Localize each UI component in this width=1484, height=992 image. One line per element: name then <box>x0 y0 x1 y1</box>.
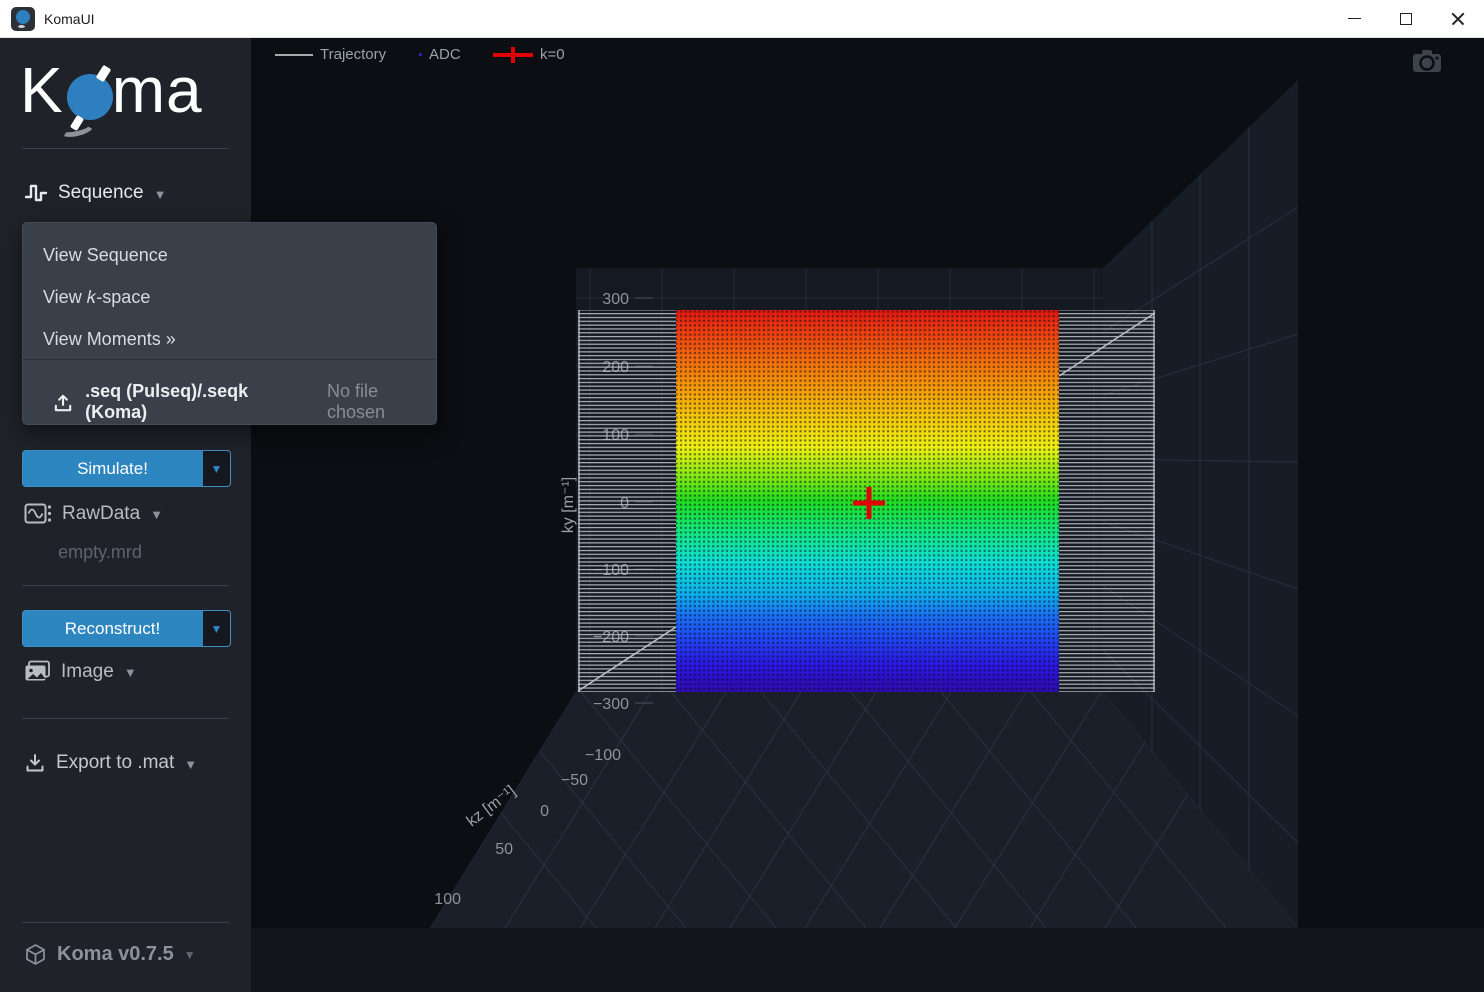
export-label: Export to .mat <box>56 752 174 774</box>
koma-logo: K ma <box>20 50 203 130</box>
pulse-sequence-icon <box>24 182 48 204</box>
chevron-down-icon: ▼ <box>184 757 197 772</box>
image-icon <box>24 660 51 683</box>
divider <box>22 922 229 923</box>
menu-item-view-sequence[interactable]: View Sequence <box>43 245 168 266</box>
package-icon <box>24 943 47 966</box>
maximize-icon <box>1400 13 1412 25</box>
chevron-down-icon: ▼ <box>150 507 163 522</box>
menu-item-view-moments[interactable]: View Moments » <box>43 329 176 350</box>
chevron-down-icon: ▼ <box>211 462 223 476</box>
raw-signal-icon <box>24 502 52 525</box>
reconstruct-button-label[interactable]: Reconstruct! <box>23 611 202 646</box>
sequence-dropdown-toggle[interactable]: Sequence ▼ <box>24 182 166 204</box>
upload-label: .seq (Pulseq)/.seqk (Koma) <box>85 381 305 423</box>
simulate-options-toggle[interactable]: ▼ <box>202 451 230 486</box>
app-icon-globe <box>16 10 30 24</box>
koma-ui-window: KomaUI K ma Sequence ▼ Simulate! <box>0 0 1484 992</box>
logo-text-k: K <box>20 53 64 127</box>
sequence-menu: View Sequence View 𝑘-space View Moments … <box>22 222 437 425</box>
logo-globe-icon <box>67 74 113 120</box>
reconstruct-button[interactable]: Reconstruct! ▼ <box>22 610 231 647</box>
title-bar: KomaUI <box>0 0 1484 38</box>
version-toggle[interactable]: Koma v0.7.5 ▼ <box>24 943 196 966</box>
svg-text:−50: −50 <box>561 772 588 789</box>
app-icon <box>11 7 35 31</box>
upload-status: No file chosen <box>327 381 436 423</box>
menu-item-view-kspace[interactable]: View 𝑘-space <box>43 287 150 308</box>
rawdata-label: RawData <box>62 503 140 525</box>
window-controls <box>1328 0 1484 38</box>
sequence-file-upload[interactable]: .seq (Pulseq)/.seqk (Koma) No file chose… <box>53 381 436 423</box>
reconstruct-options-toggle[interactable]: ▼ <box>202 611 230 646</box>
svg-text:100: 100 <box>434 891 461 908</box>
svg-text:−100: −100 <box>585 747 621 764</box>
chevron-down-icon: ▼ <box>184 948 196 962</box>
simulate-button-label[interactable]: Simulate! <box>23 451 202 486</box>
sequence-label: Sequence <box>58 182 144 204</box>
rawdata-dropdown-toggle[interactable]: RawData ▼ <box>24 502 163 525</box>
chevron-down-icon: ▼ <box>211 622 223 636</box>
image-dropdown-toggle[interactable]: Image ▼ <box>24 660 137 683</box>
upload-icon <box>53 392 73 413</box>
chevron-down-icon: ▼ <box>124 665 137 680</box>
simulate-button[interactable]: Simulate! ▼ <box>22 450 231 487</box>
sidebar: K ma Sequence ▼ Simulate! ▼ <box>0 38 251 992</box>
svg-text:50: 50 <box>495 841 513 858</box>
download-icon <box>24 752 46 774</box>
close-icon <box>1451 12 1465 26</box>
menu-divider <box>23 359 436 360</box>
below-floor-band <box>251 928 1484 992</box>
svg-text:0: 0 <box>540 803 549 820</box>
svg-text:−300: −300 <box>593 696 629 713</box>
version-label: Koma v0.7.5 <box>57 943 174 966</box>
app-icon-base <box>18 25 25 28</box>
image-label: Image <box>61 661 114 683</box>
rawdata-filename: empty.mrd <box>30 542 170 563</box>
kspace-plot: Trajectory ADC k=0 <box>251 38 1484 992</box>
svg-text:300: 300 <box>602 291 629 308</box>
minimize-icon <box>1348 18 1361 19</box>
logo-text-ma: ma <box>112 53 203 127</box>
ky-axis-title: ky [m⁻¹] <box>560 477 577 533</box>
export-mat-toggle[interactable]: Export to .mat ▼ <box>24 752 197 774</box>
close-button[interactable] <box>1432 0 1484 38</box>
maximize-button[interactable] <box>1380 0 1432 38</box>
chevron-down-icon: ▼ <box>154 187 167 202</box>
divider <box>22 585 229 586</box>
divider <box>22 148 229 149</box>
kspace-3d-scene[interactable]: 300 200 100 0 −100 −200 −300 ky [m⁻¹] −1… <box>251 38 1484 992</box>
divider <box>22 718 229 719</box>
minimize-button[interactable] <box>1328 0 1380 38</box>
window-title: KomaUI <box>44 11 95 27</box>
